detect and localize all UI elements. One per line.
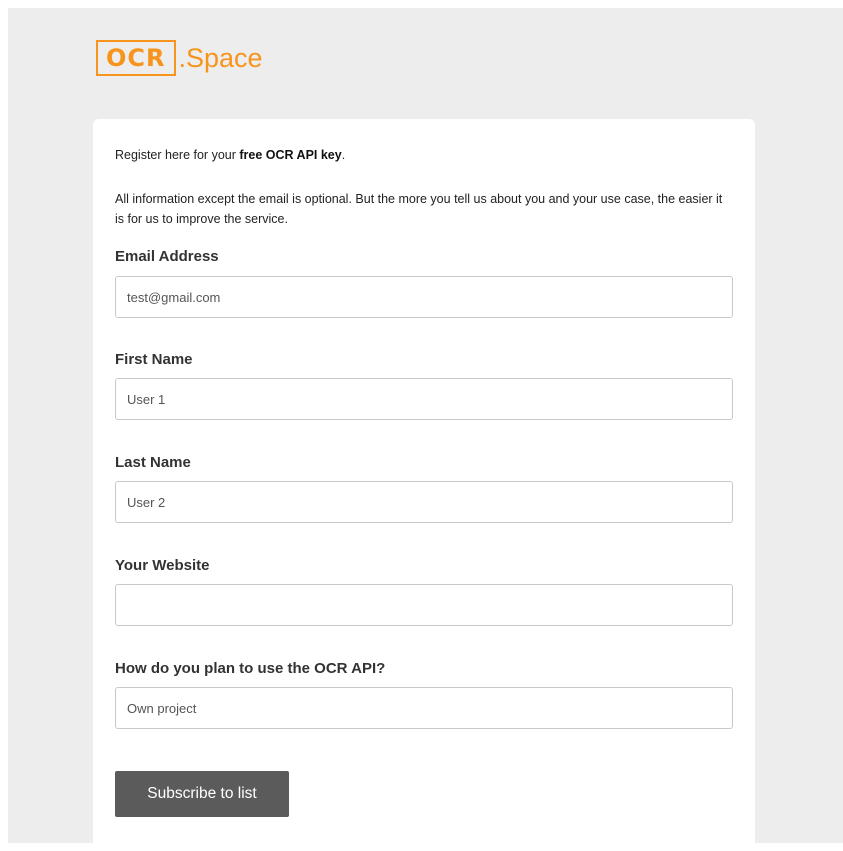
ocr-space-logo[interactable]: OCR .Space: [96, 40, 263, 76]
intro-suffix: .: [341, 148, 346, 162]
email-label: Email Address: [115, 248, 219, 265]
usage-label: How do you plan to use the OCR API?: [115, 660, 386, 677]
website-label: Your Website: [115, 557, 210, 574]
usage-field[interactable]: [115, 687, 733, 729]
subscribe-button[interactable]: Subscribe to list: [115, 771, 289, 817]
logo-box: OCR: [96, 40, 176, 76]
last-name-field[interactable]: [115, 481, 733, 523]
registration-card: Register here for your free OCR API key.…: [93, 119, 755, 851]
intro-prefix: Register here for your: [115, 148, 240, 162]
intro-bold: free OCR API key: [239, 148, 342, 162]
intro-text: Register here for your free OCR API key.: [115, 148, 345, 162]
info-text: All information except the email is opti…: [115, 192, 723, 226]
first-name-field[interactable]: [115, 378, 733, 420]
logo-space-text: .Space: [178, 42, 263, 73]
website-field[interactable]: [115, 584, 733, 626]
page-background: OCR .Space Register here for your free O…: [8, 8, 843, 851]
logo-ocr-text: OCR: [106, 44, 166, 72]
email-field[interactable]: [115, 276, 733, 318]
first-name-label: First Name: [115, 351, 193, 368]
last-name-label: Last Name: [115, 454, 191, 471]
